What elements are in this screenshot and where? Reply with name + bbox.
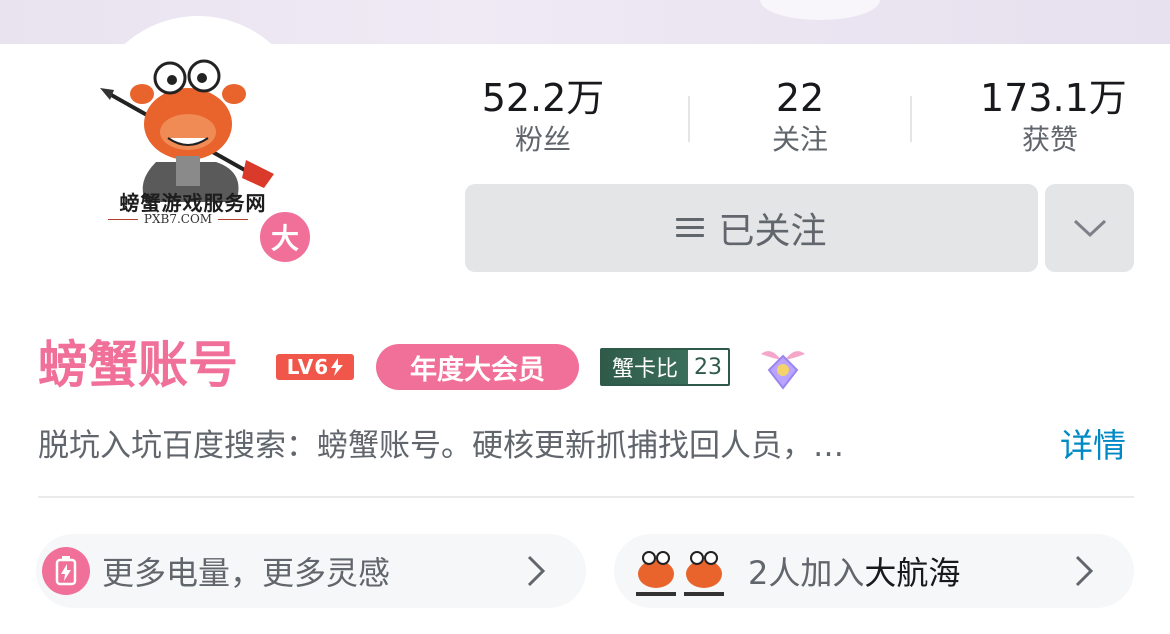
fleet-text: 2人加入大航海 (748, 548, 1064, 594)
power-text: 更多电量，更多灵感 (102, 554, 391, 592)
chevron-right-icon (1064, 551, 1104, 591)
big-member-badge: 大 (256, 208, 314, 266)
menu-icon (676, 217, 705, 239)
fleet-card[interactable]: 2人加入大航海 (614, 534, 1134, 608)
banner-decoration (760, 0, 880, 20)
chevron-right-icon (516, 551, 556, 591)
fans-count: 52.2万 (481, 76, 605, 120)
avatar-logo-subtext: PXB7.COM (98, 212, 258, 226)
lightning-icon (331, 358, 344, 376)
followed-button[interactable]: 已关注 (465, 184, 1038, 272)
power-card[interactable]: 更多电量，更多灵感 (36, 534, 586, 608)
following-count: 22 (775, 76, 825, 120)
level-text: LV6 (286, 355, 330, 379)
medal-level: 23 (688, 350, 729, 384)
vip-badge[interactable]: 年度大会员 (376, 344, 579, 390)
stat-divider (910, 96, 912, 142)
fleet-name: 大航海 (864, 554, 961, 592)
stat-divider (688, 96, 690, 142)
medal-name: 蟹卡比 (602, 350, 689, 384)
section-divider (38, 496, 1134, 498)
profile-name: 螃蟹账号 (38, 336, 238, 394)
pendant-icon[interactable] (757, 344, 809, 390)
detail-link[interactable]: 详情 (1060, 424, 1126, 468)
fans-label: 粉丝 (514, 123, 571, 156)
fleet-avatar-2 (684, 551, 724, 596)
chevron-down-icon (1073, 219, 1106, 238)
likes-count: 173.1万 (980, 76, 1127, 120)
more-actions-dropdown[interactable] (1045, 184, 1134, 272)
battery-icon (42, 547, 90, 595)
fan-medal[interactable]: 蟹卡比 23 (600, 348, 731, 386)
stat-following[interactable]: 22 关注 (740, 76, 860, 158)
profile-signature: 脱坑入坑百度搜索：螃蟹账号。硬核更新抓捕找回人员，… (38, 428, 844, 464)
following-label: 关注 (771, 123, 828, 156)
fleet-prefix: 2人加入 (748, 554, 865, 592)
stat-likes[interactable]: 173.1万 获赞 (980, 76, 1127, 158)
level-badge: LV6 (276, 354, 354, 380)
followed-label: 已关注 (718, 211, 827, 252)
fleet-avatars (626, 536, 736, 606)
stat-fans[interactable]: 52.2万 粉丝 (478, 76, 608, 158)
likes-label: 获赞 (1021, 123, 1078, 156)
